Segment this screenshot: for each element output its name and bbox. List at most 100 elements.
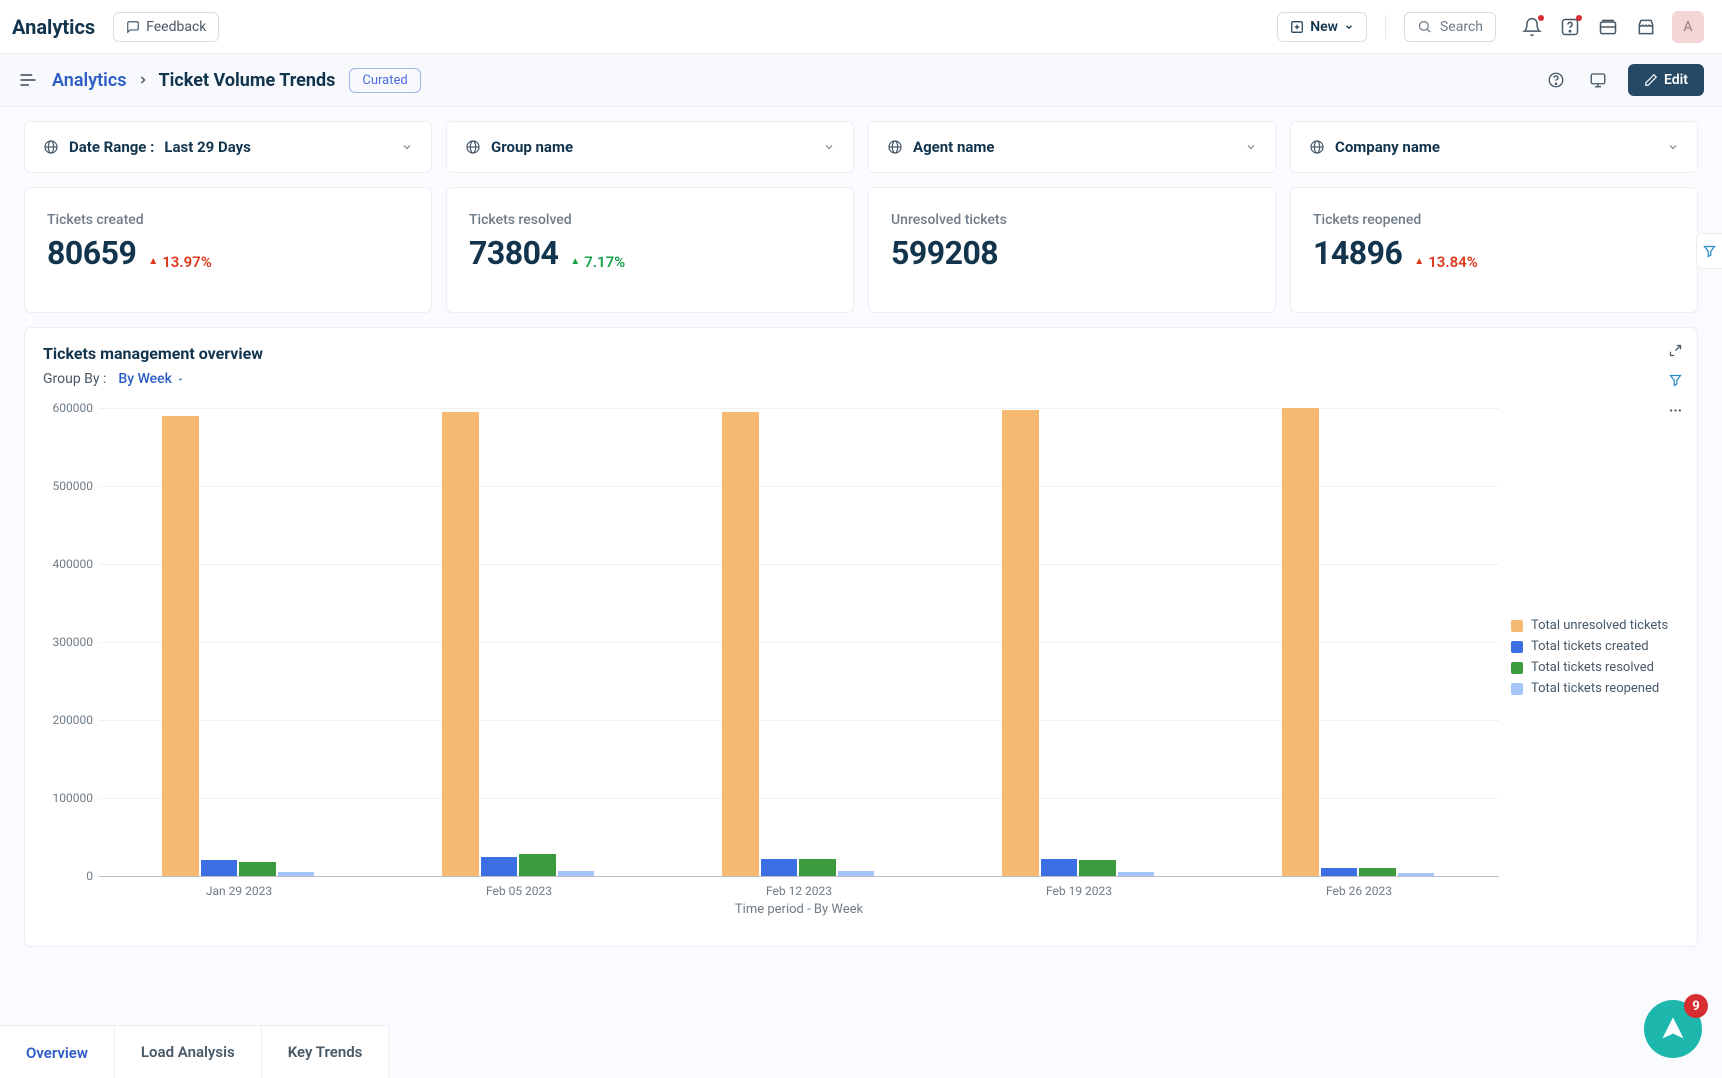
sub-header: Analytics Ticket Volume Trends Curated E… <box>0 54 1722 107</box>
search-icon <box>1417 19 1432 34</box>
legend-label: Total unresolved tickets <box>1531 618 1668 633</box>
breadcrumb-root[interactable]: Analytics <box>52 70 127 91</box>
triangle-icon: ▲ <box>570 257 580 267</box>
bar-group <box>162 408 316 876</box>
chevron-down-icon <box>1344 22 1354 32</box>
bar-group <box>1002 408 1156 876</box>
bar[interactable] <box>481 857 518 877</box>
search-placeholder: Search <box>1440 19 1483 35</box>
bar[interactable] <box>722 412 759 876</box>
bar[interactable] <box>442 412 479 876</box>
notifications-button[interactable] <box>1516 11 1548 43</box>
legend-swatch <box>1511 620 1523 632</box>
y-tick-label: 100000 <box>53 791 93 805</box>
chart-title: Tickets management overview <box>43 344 1679 363</box>
help-circle-button[interactable] <box>1538 62 1574 98</box>
marketplace-button[interactable] <box>1630 11 1662 43</box>
plot-area: Jan 29 2023Feb 05 2023Feb 12 2023Feb 19 … <box>99 408 1499 906</box>
x-tick-label: Feb 12 2023 <box>766 884 832 898</box>
legend-item[interactable]: Total unresolved tickets <box>1511 618 1679 633</box>
x-axis-title: Time period - By Week <box>735 902 863 917</box>
bar[interactable] <box>1002 410 1039 876</box>
metric-value: 599208 <box>891 234 998 272</box>
metric-delta: ▲13.97% <box>148 253 212 271</box>
x-tick-label: Feb 05 2023 <box>486 884 552 898</box>
avatar-initial: A <box>1683 19 1692 35</box>
bar[interactable] <box>1041 859 1078 876</box>
curated-chip: Curated <box>349 68 420 93</box>
metric-card: Tickets reopened14896▲13.84% <box>1290 187 1698 313</box>
chat-fab[interactable]: 9 <box>1644 1000 1702 1058</box>
chevron-down-icon <box>401 141 413 153</box>
y-tick-label: 500000 <box>53 479 93 493</box>
bottom-tab[interactable]: Overview <box>0 1026 115 1078</box>
bar[interactable] <box>799 859 836 876</box>
bar[interactable] <box>519 854 556 876</box>
y-tick-label: 200000 <box>53 713 93 727</box>
apps-button[interactable] <box>1592 11 1624 43</box>
bar[interactable] <box>1359 868 1396 876</box>
bar[interactable] <box>838 871 875 876</box>
filter-card[interactable]: Agent name <box>868 121 1276 173</box>
breadcrumb-current: Ticket Volume Trends <box>159 70 336 91</box>
metric-card: Unresolved tickets599208 <box>868 187 1276 313</box>
bar[interactable] <box>1079 860 1116 876</box>
legend-item[interactable]: Total tickets reopened <box>1511 681 1679 696</box>
bar[interactable] <box>1118 872 1155 876</box>
filter-card[interactable]: Group name <box>446 121 854 173</box>
edit-button[interactable]: Edit <box>1628 64 1704 96</box>
avatar[interactable]: A <box>1672 11 1704 43</box>
bar[interactable] <box>1282 408 1319 876</box>
bar[interactable] <box>1321 868 1358 876</box>
legend-item[interactable]: Total tickets resolved <box>1511 660 1679 675</box>
globe-icon <box>43 139 59 155</box>
triangle-icon: ▲ <box>1414 257 1424 267</box>
chat-fab-icon <box>1659 1015 1687 1043</box>
y-tick-label: 0 <box>86 869 93 883</box>
groupby-label: Group By : <box>43 371 106 387</box>
bottom-tab[interactable]: Load Analysis <box>115 1026 262 1078</box>
help-button[interactable] <box>1554 11 1586 43</box>
search-input[interactable]: Search <box>1404 12 1496 42</box>
bar[interactable] <box>1398 873 1435 876</box>
filter-card[interactable]: Date Range :Last 29 Days <box>24 121 432 173</box>
filter-label: Group name <box>491 138 573 156</box>
feedback-label: Feedback <box>146 19 206 35</box>
bottom-tab[interactable]: Key Trends <box>262 1026 390 1078</box>
triangle-icon: ▲ <box>148 257 158 267</box>
metric-card: Tickets created80659▲13.97% <box>24 187 432 313</box>
menu-icon[interactable] <box>18 70 38 90</box>
expand-button[interactable] <box>1661 336 1689 364</box>
edge-filter-button[interactable] <box>1696 233 1722 269</box>
filter-button[interactable] <box>1661 366 1689 394</box>
bar[interactable] <box>278 872 315 876</box>
legend-swatch <box>1511 662 1523 674</box>
legend-item[interactable]: Total tickets created <box>1511 639 1679 654</box>
bar[interactable] <box>239 862 276 876</box>
top-bar: Analytics Feedback New Search A <box>0 0 1722 54</box>
pencil-icon <box>1644 73 1658 87</box>
metric-title: Tickets reopened <box>1313 212 1675 228</box>
filter-card[interactable]: Company name <box>1290 121 1698 173</box>
new-button[interactable]: New <box>1277 12 1367 42</box>
metric-title: Tickets resolved <box>469 212 831 228</box>
caret-down-icon <box>176 375 185 384</box>
bar[interactable] <box>162 416 199 876</box>
chat-fab-badge: 9 <box>1684 994 1708 1018</box>
metric-card: Tickets resolved73804▲7.17% <box>446 187 854 313</box>
feedback-button[interactable]: Feedback <box>113 12 219 42</box>
filter-label: Date Range : <box>69 138 154 156</box>
groupby-dropdown[interactable]: By Week <box>118 371 185 387</box>
bar[interactable] <box>201 860 238 876</box>
y-tick-label: 600000 <box>53 401 93 415</box>
chevron-down-icon <box>823 141 835 153</box>
notification-dot <box>1576 15 1582 21</box>
bar[interactable] <box>558 871 595 876</box>
bar[interactable] <box>761 859 798 876</box>
present-button[interactable] <box>1580 62 1616 98</box>
divider <box>1385 15 1386 39</box>
filter-label: Company name <box>1335 138 1440 156</box>
legend-label: Total tickets reopened <box>1531 681 1659 696</box>
chart-groupby: Group By : By Week <box>43 371 1679 387</box>
new-label: New <box>1310 19 1338 35</box>
